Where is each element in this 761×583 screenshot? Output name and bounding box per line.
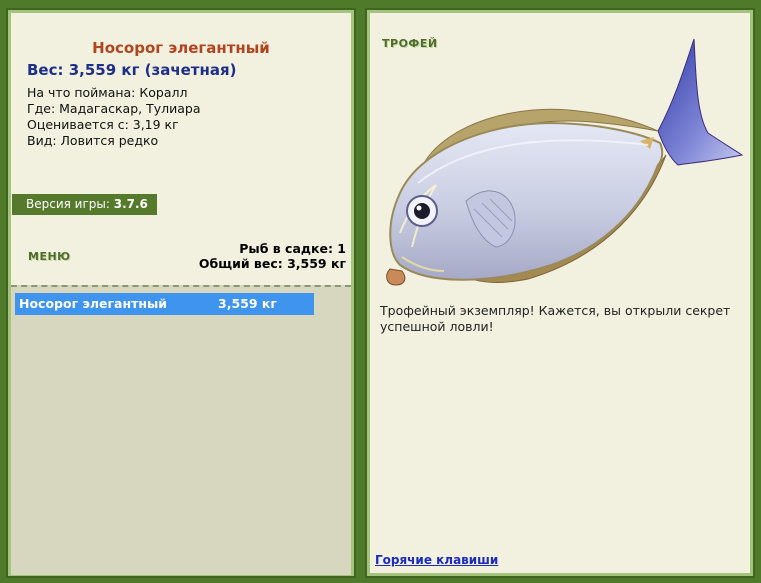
- cage-stats: Рыб в садке: 1 Общий вес: 3,559 кг: [199, 241, 346, 271]
- version-label: Версия игры:: [26, 197, 114, 211]
- list-item-name: Носорог элегантный: [19, 296, 168, 311]
- fish-count: Рыб в садке: 1: [239, 241, 346, 256]
- bait-info: На что поймана: Коралл: [27, 85, 188, 100]
- cage-list: Носорог элегантный 3,559 кг: [11, 285, 351, 575]
- rating-info: Оценивается с: 3,19 кг: [27, 117, 179, 132]
- total-weight: Общий вес: 3,559 кг: [198, 256, 346, 271]
- version-value: 3.7.6: [113, 197, 148, 211]
- version-bar: Версия игры: 3.7.6: [12, 194, 157, 215]
- catch-info-panel: Носорог элегантный Вес: 3,559 кг (зачетн…: [6, 8, 356, 578]
- fish-name-title: Носорог элегантный: [92, 39, 270, 57]
- list-item-weight: 3,559 кг: [218, 296, 277, 311]
- trophy-panel: ТРОФЕЙ Трофейный экземпляр! Кажется, вы …: [365, 8, 755, 578]
- surgeonfish-illustration: [386, 38, 744, 286]
- location-info: Где: Мадагаскар, Тулиара: [27, 101, 201, 116]
- hotkeys-link[interactable]: Горячие клавиши: [375, 553, 498, 567]
- trophy-description: Трофейный экземпляр! Кажется, вы открыли…: [380, 303, 731, 334]
- fish-weight: Вес: 3,559 кг (зачетная): [27, 61, 237, 79]
- menu-button[interactable]: МЕНЮ: [28, 250, 71, 263]
- list-item[interactable]: Носорог элегантный 3,559 кг: [15, 293, 314, 315]
- species-info: Вид: Ловится редко: [27, 133, 159, 148]
